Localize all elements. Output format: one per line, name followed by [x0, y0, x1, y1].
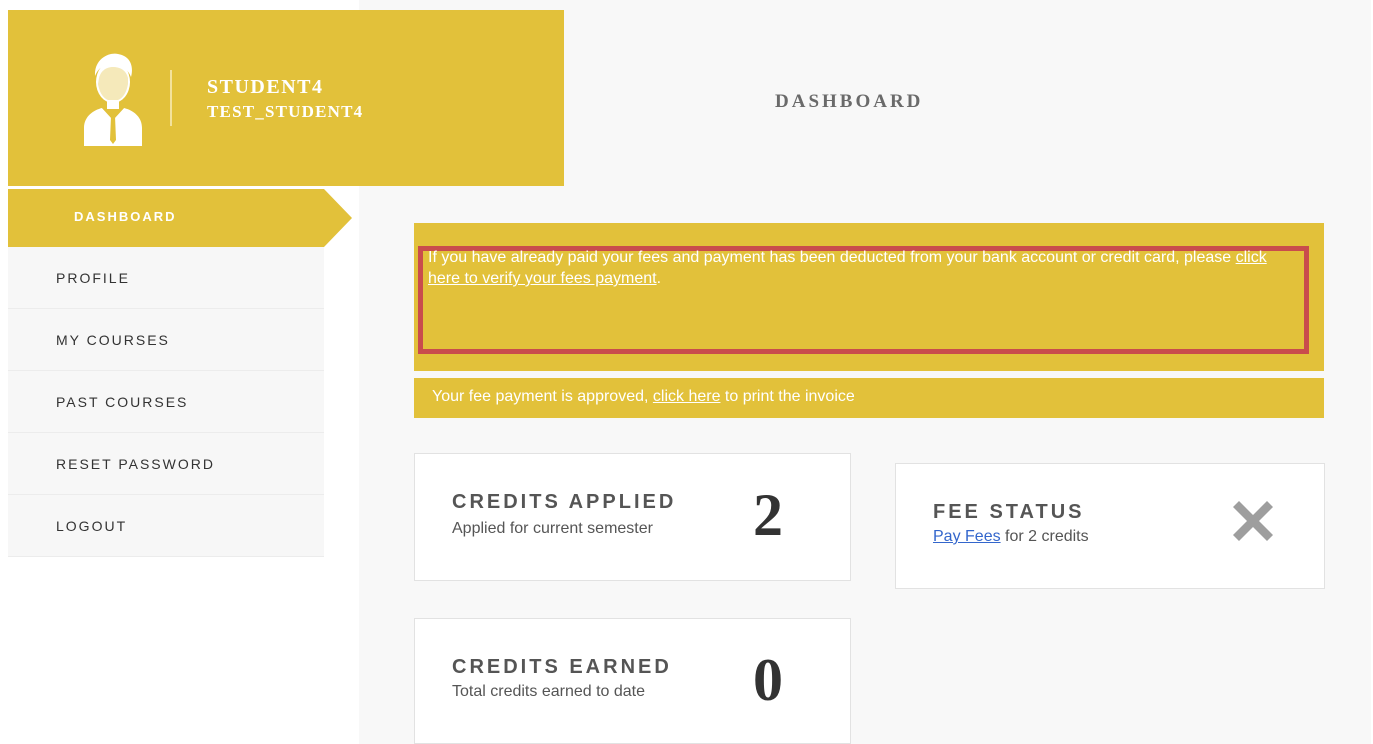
page-title: DASHBOARD	[775, 91, 924, 112]
profile-username: TEST_STUDENT4	[207, 102, 364, 121]
fee-status-credits-text: for 2 credits	[1000, 528, 1089, 545]
credits-applied-value: 2	[753, 482, 783, 548]
credits-earned-card: CREDITS EARNED Total credits earned to d…	[414, 618, 851, 744]
sidebar-item-past-courses[interactable]: PAST COURSES	[8, 371, 324, 433]
profile-name: STUDENT4	[207, 76, 324, 98]
sidebar-item-profile[interactable]: PROFILE	[8, 247, 324, 309]
credits-earned-value: 0	[753, 647, 783, 713]
fee-status-subtitle: Pay Fees for 2 credits	[933, 528, 1089, 546]
sidebar-nav: DASHBOARD PROFILE MY COURSES PAST COURSE…	[8, 189, 352, 557]
credits-applied-card: CREDITS APPLIED Applied for current seme…	[414, 453, 851, 581]
sidebar-item-logout[interactable]: LOGOUT	[8, 495, 324, 557]
credits-earned-subtitle: Total credits earned to date	[452, 683, 646, 700]
close-x-icon	[1233, 501, 1273, 541]
fee-verify-period: .	[656, 270, 662, 287]
fee-approved-text: Your fee payment is approved,	[432, 388, 653, 405]
sidebar-item-reset-password[interactable]: RESET PASSWORD	[8, 433, 324, 495]
fee-approved-alert: Your fee payment is approved, click here…	[414, 378, 1324, 418]
fee-verify-alert: If you have already paid your fees and p…	[414, 223, 1324, 371]
fee-verify-message: If you have already paid your fees and p…	[428, 247, 1288, 289]
profile-header: STUDENT4 TEST_STUDENT4	[8, 10, 564, 186]
user-avatar-icon	[84, 53, 142, 146]
sidebar-item-dashboard[interactable]: DASHBOARD	[8, 189, 352, 247]
sidebar-item-my-courses[interactable]: MY COURSES	[8, 309, 324, 371]
fee-verify-text: If you have already paid your fees and p…	[428, 249, 1236, 266]
header-divider	[170, 70, 172, 126]
credits-applied-subtitle: Applied for current semester	[452, 520, 653, 537]
fee-approved-suffix: to print the invoice	[720, 388, 855, 405]
print-invoice-link[interactable]: click here	[653, 388, 721, 405]
credits-applied-title: CREDITS APPLIED	[452, 491, 677, 513]
fee-status-card: FEE STATUS Pay Fees for 2 credits	[895, 463, 1325, 589]
fee-status-title: FEE STATUS	[933, 501, 1085, 523]
credits-earned-title: CREDITS EARNED	[452, 656, 672, 678]
pay-fees-link[interactable]: Pay Fees	[933, 528, 1001, 545]
